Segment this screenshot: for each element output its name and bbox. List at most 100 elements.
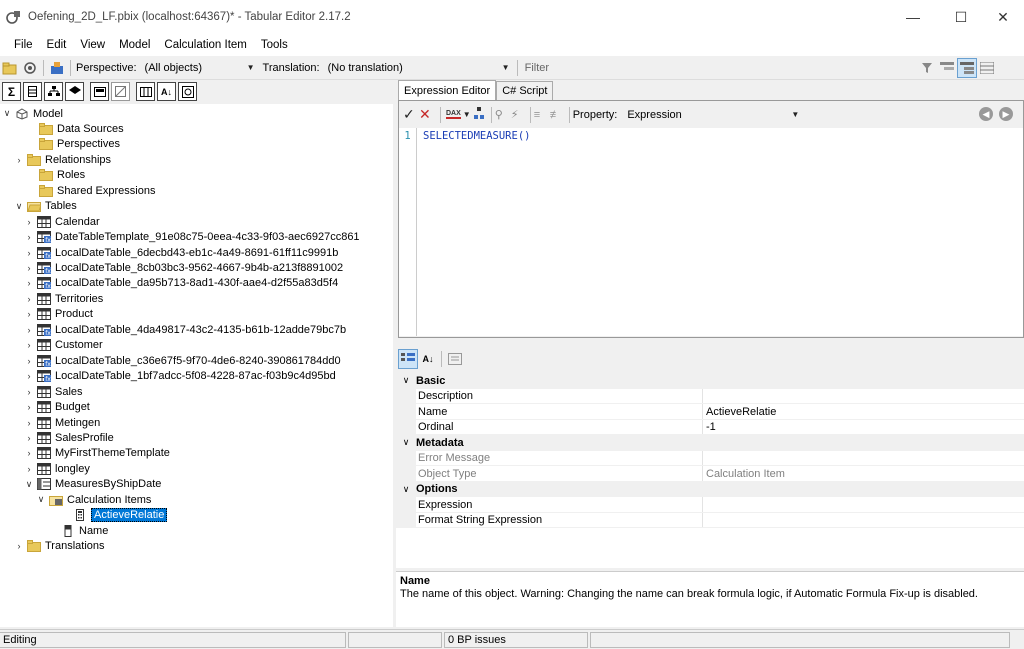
filter-icon[interactable] — [917, 58, 937, 78]
menu-tools[interactable]: Tools — [254, 39, 295, 51]
menu-file[interactable]: File — [7, 39, 40, 51]
open-icon[interactable] — [0, 58, 20, 78]
tab-expression-editor[interactable]: Expression Editor — [398, 80, 497, 100]
tree-node-shared-expressions[interactable]: Shared Expressions — [26, 183, 155, 198]
collapse-arrow-icon[interactable]: › — [24, 278, 34, 288]
collapse-arrow-icon[interactable]: › — [24, 387, 34, 397]
replace-icon[interactable]: ⚡ — [511, 108, 527, 121]
forward-icon[interactable]: ▶ — [999, 107, 1013, 121]
chevron-down-icon[interactable]: ▼ — [463, 110, 471, 119]
tree-node-myfirstthemetemplate[interactable]: › MyFirstThemeTemplate — [24, 446, 170, 461]
property-select[interactable]: Expression ▼ — [623, 106, 803, 124]
tree-node-sales[interactable]: › Sales — [24, 384, 83, 399]
expand-arrow-icon[interactable]: ∨ — [36, 494, 46, 505]
tree-node-localdatetable-da95b713-8ad1-430f-aae4-d[interactable]: › fx LocalDateTable_da95b713-8ad1-430f-aae… — [24, 276, 338, 291]
tree-node-calendar[interactable]: › Calendar — [24, 214, 100, 229]
tree-node-relationships[interactable]: › Relationships — [14, 152, 111, 167]
dependencies-icon[interactable] — [473, 107, 488, 122]
connect-icon[interactable] — [20, 58, 40, 78]
tree-node-metingen[interactable]: › Metingen — [24, 415, 100, 430]
property-pages-icon[interactable] — [445, 349, 465, 369]
collapse-arrow-icon[interactable]: › — [24, 402, 34, 412]
tree-node-calculation-items[interactable]: ∨ Calculation Items — [36, 492, 151, 507]
column-icon[interactable] — [23, 82, 42, 101]
collapse-arrow-icon[interactable]: › — [24, 448, 34, 458]
collapse-icon[interactable]: ∨ — [396, 373, 416, 389]
expand-arrow-icon[interactable]: ∨ — [24, 479, 34, 490]
tree-node-localdatetable-6decbd43-eb1c-4a49-8691-6[interactable]: › fx LocalDateTable_6decbd43-eb1c-4a49-869… — [24, 245, 338, 260]
tab-csharp-script[interactable]: C# Script — [496, 81, 554, 100]
sort-icon[interactable]: A↓ — [157, 82, 176, 101]
categorized-icon[interactable] — [398, 349, 418, 369]
property-row-name[interactable]: Name ActieveRelatie — [396, 404, 1024, 420]
tree-node-actieverelatie[interactable]: ActieveRelatie — [60, 508, 168, 523]
collapse-arrow-icon[interactable]: › — [24, 325, 34, 335]
category-basic[interactable]: ∨ Basic — [396, 373, 1024, 389]
collapse-arrow-icon[interactable]: › — [24, 294, 34, 304]
collapse-arrow-icon[interactable]: › — [14, 155, 24, 165]
tree-node-tables[interactable]: ∨ Tables — [14, 199, 77, 214]
view-mode-icon[interactable] — [937, 58, 957, 78]
columns-view-icon[interactable] — [136, 82, 155, 101]
expand-arrow-icon[interactable]: ∨ — [14, 201, 24, 212]
cancel-icon[interactable]: ✕ — [419, 106, 437, 123]
tree-node-product[interactable]: › Product — [24, 307, 93, 322]
tree-node-localdatetable-1bf7adcc-5f08-4228-87ac-f[interactable]: › fx LocalDateTable_1bf7adcc-5f08-4228-87a… — [24, 369, 336, 384]
tree-node-measuresbyshipdate[interactable]: ∨ MeasuresByShipDate — [24, 477, 161, 492]
collapse-arrow-icon[interactable]: › — [24, 217, 34, 227]
display-folders-icon[interactable] — [90, 82, 109, 101]
collapse-arrow-icon[interactable]: › — [24, 248, 34, 258]
collapse-icon[interactable]: ∨ — [396, 435, 416, 451]
list-view-icon[interactable] — [977, 58, 997, 78]
tree-node-translations[interactable]: › Translations — [14, 539, 105, 554]
partition-icon[interactable] — [65, 82, 84, 101]
tree-node-longley[interactable]: › longley — [24, 461, 90, 476]
property-row-ordinal[interactable]: Ordinal -1 — [396, 419, 1024, 435]
tree-node-roles[interactable]: Roles — [26, 168, 85, 183]
property-row-error-message[interactable]: Error Message — [396, 450, 1024, 466]
show-hidden-icon[interactable] — [111, 82, 130, 101]
category-metadata[interactable]: ∨ Metadata — [396, 435, 1024, 451]
tree-node-localdatetable-4da49817-43c2-4135-b61b-1[interactable]: › fx LocalDateTable_4da49817-43c2-4135-b61… — [24, 322, 346, 337]
collapse-arrow-icon[interactable]: › — [14, 541, 24, 551]
collapse-arrow-icon[interactable]: › — [24, 371, 34, 381]
accept-icon[interactable]: ✓ — [403, 106, 419, 123]
tree-node-salesprofile[interactable]: › SalesProfile — [24, 430, 114, 445]
comment-icon[interactable]: ≡ — [534, 109, 550, 121]
menu-edit[interactable]: Edit — [40, 39, 74, 51]
view-mode-active-icon[interactable] — [956, 57, 977, 78]
collapse-arrow-icon[interactable]: › — [24, 309, 34, 319]
maximize-button[interactable]: ☐ — [938, 0, 984, 34]
collapse-arrow-icon[interactable]: › — [24, 418, 34, 428]
perspective-select[interactable]: (All objects) ▼ — [141, 59, 259, 77]
tree-node-data-sources[interactable]: Data Sources — [26, 121, 124, 136]
translation-select[interactable]: (No translation) ▼ — [324, 59, 514, 77]
deploy-icon[interactable] — [47, 58, 67, 78]
tree-node-datetabletemplate-91e08c75-0eea-4c33-9f0[interactable]: › fx DateTableTemplate_91e08c75-0eea-4c33-… — [24, 230, 360, 245]
collapse-icon[interactable]: ∨ — [396, 481, 416, 497]
collapse-arrow-icon[interactable]: › — [24, 340, 34, 350]
collapse-arrow-icon[interactable]: › — [24, 232, 34, 242]
model-tree[interactable]: ∨ Model Data Sources Perspectives › Relations… — [0, 104, 393, 627]
menu-view[interactable]: View — [73, 39, 112, 51]
tree-node-territories[interactable]: › Territories — [24, 291, 103, 306]
collapse-arrow-icon[interactable]: › — [24, 464, 34, 474]
property-row-format-string-expression[interactable]: Format String Expression — [396, 512, 1024, 528]
hierarchy-icon[interactable] — [44, 82, 63, 101]
collapse-arrow-icon[interactable]: › — [24, 356, 34, 366]
tree-node-localdatetable-8cb03bc3-9562-4667-9b4b-a[interactable]: › fx LocalDateTable_8cb03bc3-9562-4667-9b4… — [24, 261, 343, 276]
tree-node-localdatetable-c36e67f5-9f70-4de6-8240-3[interactable]: › fx LocalDateTable_c36e67f5-9f70-4de6-824… — [24, 353, 341, 368]
tree-node-name[interactable]: Name — [48, 523, 108, 538]
minimize-button[interactable]: — — [890, 0, 936, 34]
uncomment-icon[interactable]: ≢ — [550, 109, 566, 121]
alphabetical-icon[interactable]: A↓ — [418, 349, 438, 369]
expand-arrow-icon[interactable]: ∨ — [2, 108, 12, 119]
collapse-arrow-icon[interactable]: › — [24, 433, 34, 443]
metadata-icon[interactable] — [178, 82, 197, 101]
tree-node-budget[interactable]: › Budget — [24, 400, 90, 415]
code-editor[interactable]: 1 SELECTEDMEASURE() — [399, 128, 1023, 336]
property-row-expression[interactable]: Expression — [396, 497, 1024, 513]
back-icon[interactable]: ◀ — [979, 107, 993, 121]
property-row-description[interactable]: Description — [396, 388, 1024, 404]
dax-format-icon[interactable]: DAX — [446, 110, 461, 119]
